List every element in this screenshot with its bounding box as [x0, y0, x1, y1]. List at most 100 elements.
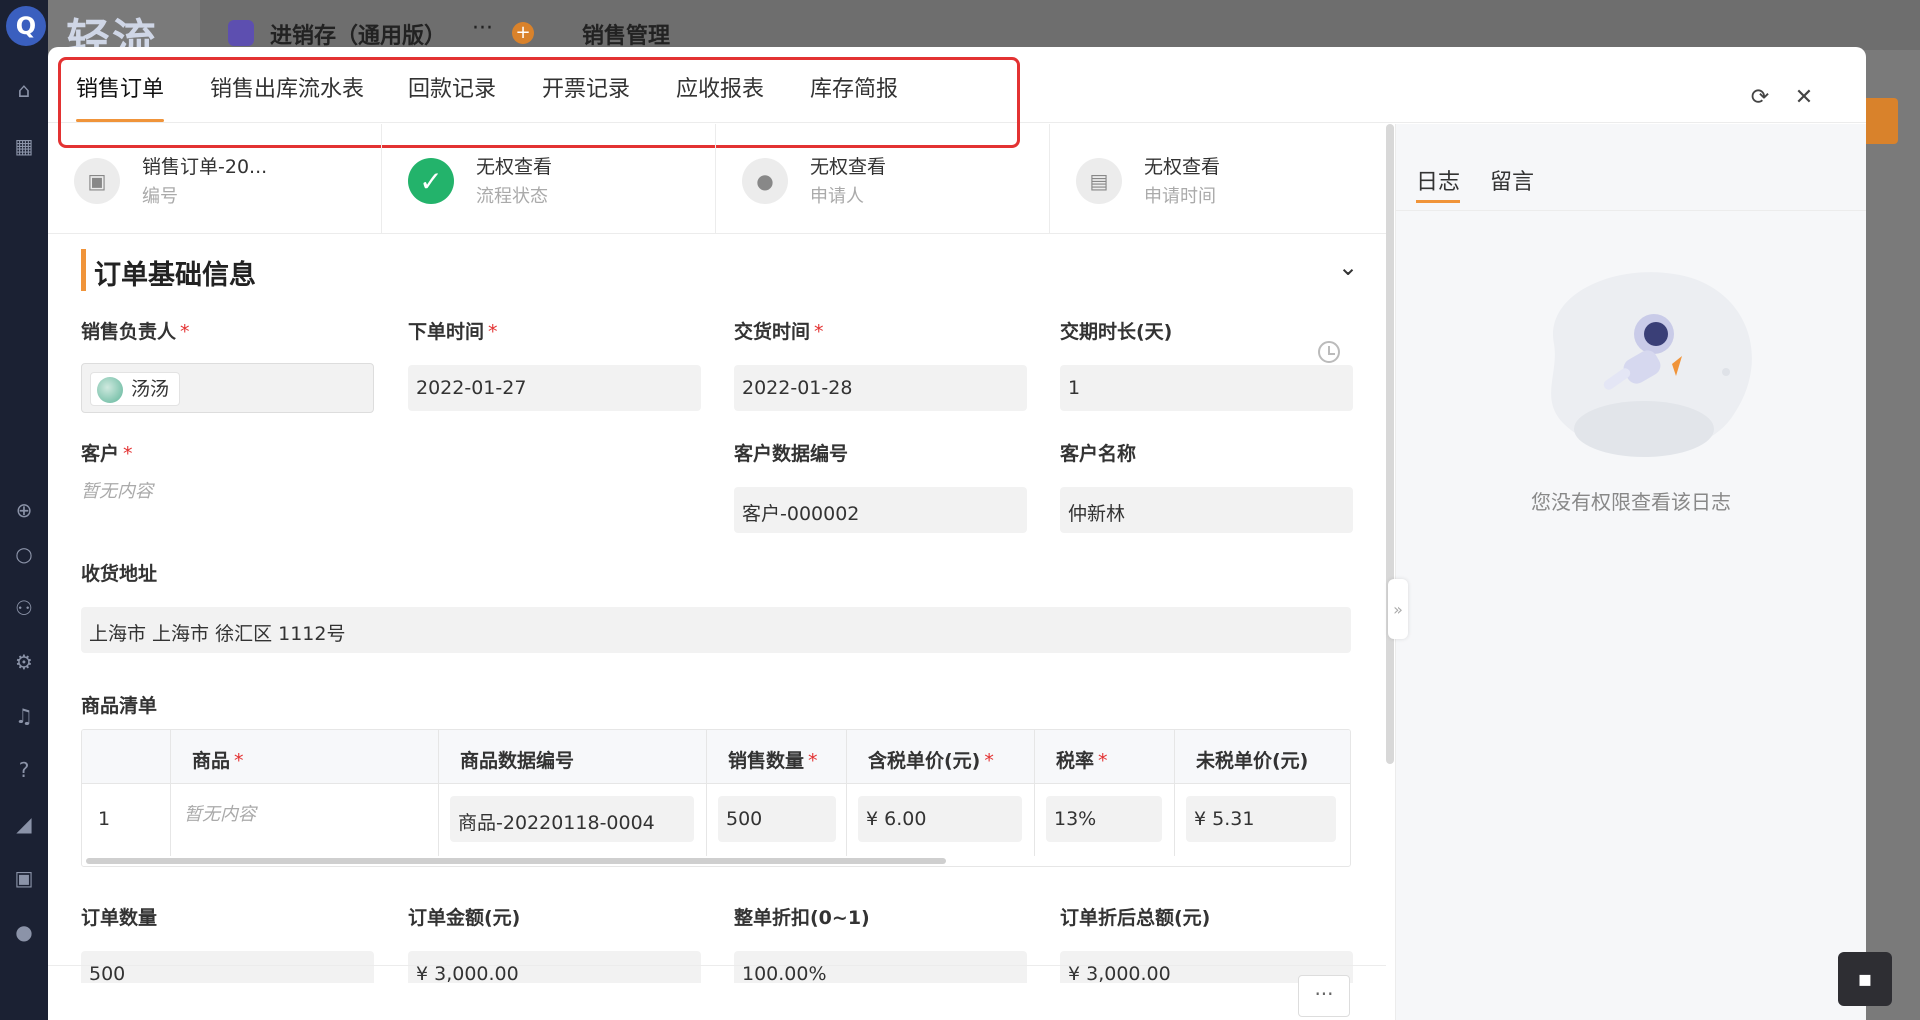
info-label: 申请时间: [1144, 186, 1216, 207]
refresh-icon[interactable]: ⟳: [1746, 83, 1774, 111]
chevron-down-icon[interactable]: ⌄: [1338, 253, 1358, 281]
owner-chip[interactable]: 汤汤: [90, 372, 181, 406]
background-topbar: [200, 0, 1920, 50]
footer-divider: [48, 965, 1386, 966]
user-avatar-icon[interactable]: ●: [12, 920, 36, 944]
info-label: 编号: [142, 186, 178, 207]
tab-sales-order[interactable]: 销售订单: [76, 71, 164, 103]
delivery-time-label: 交货时间 *: [734, 321, 824, 343]
delivery-time-field[interactable]: 2022-01-28: [734, 365, 1027, 411]
price-tax-cell[interactable]: ¥ 6.00: [858, 796, 1022, 842]
more-icon[interactable]: ···: [472, 16, 493, 41]
active-tab-indicator: [76, 119, 164, 122]
product-empty[interactable]: 暂无内容: [184, 800, 256, 826]
lead-days-field[interactable]: 1: [1060, 365, 1353, 411]
owner-name: 汤汤: [131, 378, 170, 400]
tab-comments[interactable]: 留言: [1490, 164, 1534, 196]
tab-bar: 销售订单 销售出库流水表 回款记录 开票记录 应收报表 库存简报 ⟳ ✕: [48, 47, 1866, 123]
app-name[interactable]: 进销存（通用版）: [270, 18, 446, 50]
side-panel: 日志 留言 您没有权限查看该日志: [1395, 124, 1866, 1020]
tab-sales-outbound[interactable]: 销售出库流水表: [210, 71, 364, 103]
form-scrollbar[interactable]: [1386, 124, 1394, 764]
tab-receivables-report[interactable]: 应收报表: [676, 71, 764, 103]
side-tab-indicator: [1416, 200, 1460, 203]
customer-name-field[interactable]: 仲新林: [1060, 487, 1353, 533]
address-label: 收货地址: [81, 563, 158, 585]
tax-rate-cell[interactable]: 13%: [1046, 796, 1162, 842]
avatar: [97, 377, 123, 403]
col-divider: [170, 730, 171, 856]
app-icon: [228, 20, 254, 46]
add-icon[interactable]: ⊕: [12, 498, 36, 522]
app-logo[interactable]: Q: [6, 6, 46, 46]
col-divider: [1174, 730, 1175, 856]
tab-payment-records[interactable]: 回款记录: [408, 71, 496, 103]
contacts-icon[interactable]: ⚇: [12, 596, 36, 620]
section-accent: [81, 249, 86, 291]
close-icon[interactable]: ✕: [1790, 83, 1818, 111]
info-applicant: ● 无权查看 申请人: [716, 124, 1050, 234]
owner-field[interactable]: 汤汤: [81, 363, 374, 413]
customer-empty[interactable]: 暂无内容: [81, 477, 153, 503]
address-field[interactable]: 上海市 上海市 徐汇区 1112号: [81, 607, 1351, 653]
order-time-field[interactable]: 2022-01-27: [408, 365, 701, 411]
menu-title[interactable]: 销售管理: [582, 18, 670, 50]
person-icon: ●: [742, 158, 788, 204]
tab-log[interactable]: 日志: [1416, 164, 1460, 196]
collapse-panel-handle[interactable]: »: [1388, 579, 1408, 639]
qty-cell[interactable]: 500: [718, 796, 836, 842]
bell-icon[interactable]: ♫: [12, 704, 36, 728]
info-label: 申请人: [810, 186, 864, 207]
tab-invoice-records[interactable]: 开票记录: [542, 71, 630, 103]
col-divider: [438, 730, 439, 856]
discount-label: 整单折扣(0~1): [734, 907, 870, 929]
order-form: 订单基础信息 ⌄ 销售负责人 * 汤汤 下单时间 * 2022-01-27 交货时间…: [48, 235, 1386, 983]
left-rail: Q ⌂ ▦ ⊕ ○ ⚇ ⚙ ♫ ? ◢ ▣ ●: [0, 0, 48, 1020]
discount-total-label: 订单折后总额(元): [1060, 907, 1211, 929]
side-divider: [1396, 210, 1866, 211]
section-title: 订单基础信息: [94, 260, 256, 291]
th-product: 商品 *: [192, 750, 244, 772]
order-qty-label: 订单数量: [81, 907, 158, 929]
plus-icon[interactable]: +: [512, 22, 534, 44]
lead-days-label: 交期时长(天): [1060, 321, 1173, 343]
goods-label: 商品清单: [81, 695, 158, 717]
help-icon[interactable]: ?: [12, 758, 36, 782]
order-amount-field[interactable]: ¥ 3,000.00: [408, 951, 701, 983]
apps-icon[interactable]: ▦: [12, 134, 36, 158]
table-header: 商品 * 商品数据编号 销售数量 * 含税单价(元) * 税率 * 未税单价(元): [82, 730, 1350, 784]
astronaut-illustration: [1551, 272, 1752, 457]
home-icon[interactable]: ⌂: [12, 78, 36, 102]
more-button[interactable]: ···: [1298, 975, 1350, 1017]
clock-icon: [1318, 341, 1340, 363]
gift-icon[interactable]: ▣: [12, 866, 36, 890]
product-code-cell[interactable]: 商品-20220118-0004: [450, 796, 694, 842]
th-product-code: 商品数据编号: [460, 750, 575, 772]
customer-label: 客户 *: [81, 443, 133, 465]
th-tax-rate: 税率 *: [1056, 750, 1108, 772]
tab-inventory-brief[interactable]: 库存简报: [810, 71, 898, 103]
settings-icon[interactable]: ⚙: [12, 650, 36, 674]
doc-icon: ▣: [74, 158, 120, 204]
record-info-strip: ▣ 销售订单-20... 编号 ✓ 无权查看 流程状态 ● 无权查看 申请人 ▤…: [48, 124, 1386, 234]
customer-name-label: 客户名称: [1060, 443, 1137, 465]
price-notax-cell[interactable]: ¥ 5.31: [1186, 796, 1336, 842]
owner-label: 销售负责人 *: [81, 321, 190, 343]
brand-icon[interactable]: ◢: [12, 812, 36, 836]
discount-field[interactable]: 100.00%: [734, 951, 1027, 983]
customer-code-label: 客户数据编号: [734, 443, 849, 465]
info-label: 流程状态: [476, 186, 548, 207]
check-icon: ✓: [408, 158, 454, 204]
col-divider: [1034, 730, 1035, 856]
chat-icon[interactable]: ▪: [1838, 952, 1892, 1006]
info-flow-status: ✓ 无权查看 流程状态: [382, 124, 716, 234]
order-qty-field[interactable]: 500: [81, 951, 374, 983]
search-icon[interactable]: ○: [12, 542, 36, 566]
th-qty: 销售数量 *: [728, 750, 818, 772]
row-index: 1: [98, 808, 111, 830]
goods-table: 商品 * 商品数据编号 销售数量 * 含税单价(元) * 税率 * 未税单价(元) 1 …: [81, 729, 1351, 867]
customer-code-field[interactable]: 客户-000002: [734, 487, 1027, 533]
info-value: 无权查看: [476, 156, 553, 178]
info-value: 无权查看: [1144, 156, 1221, 178]
table-scrollbar[interactable]: [86, 858, 946, 864]
